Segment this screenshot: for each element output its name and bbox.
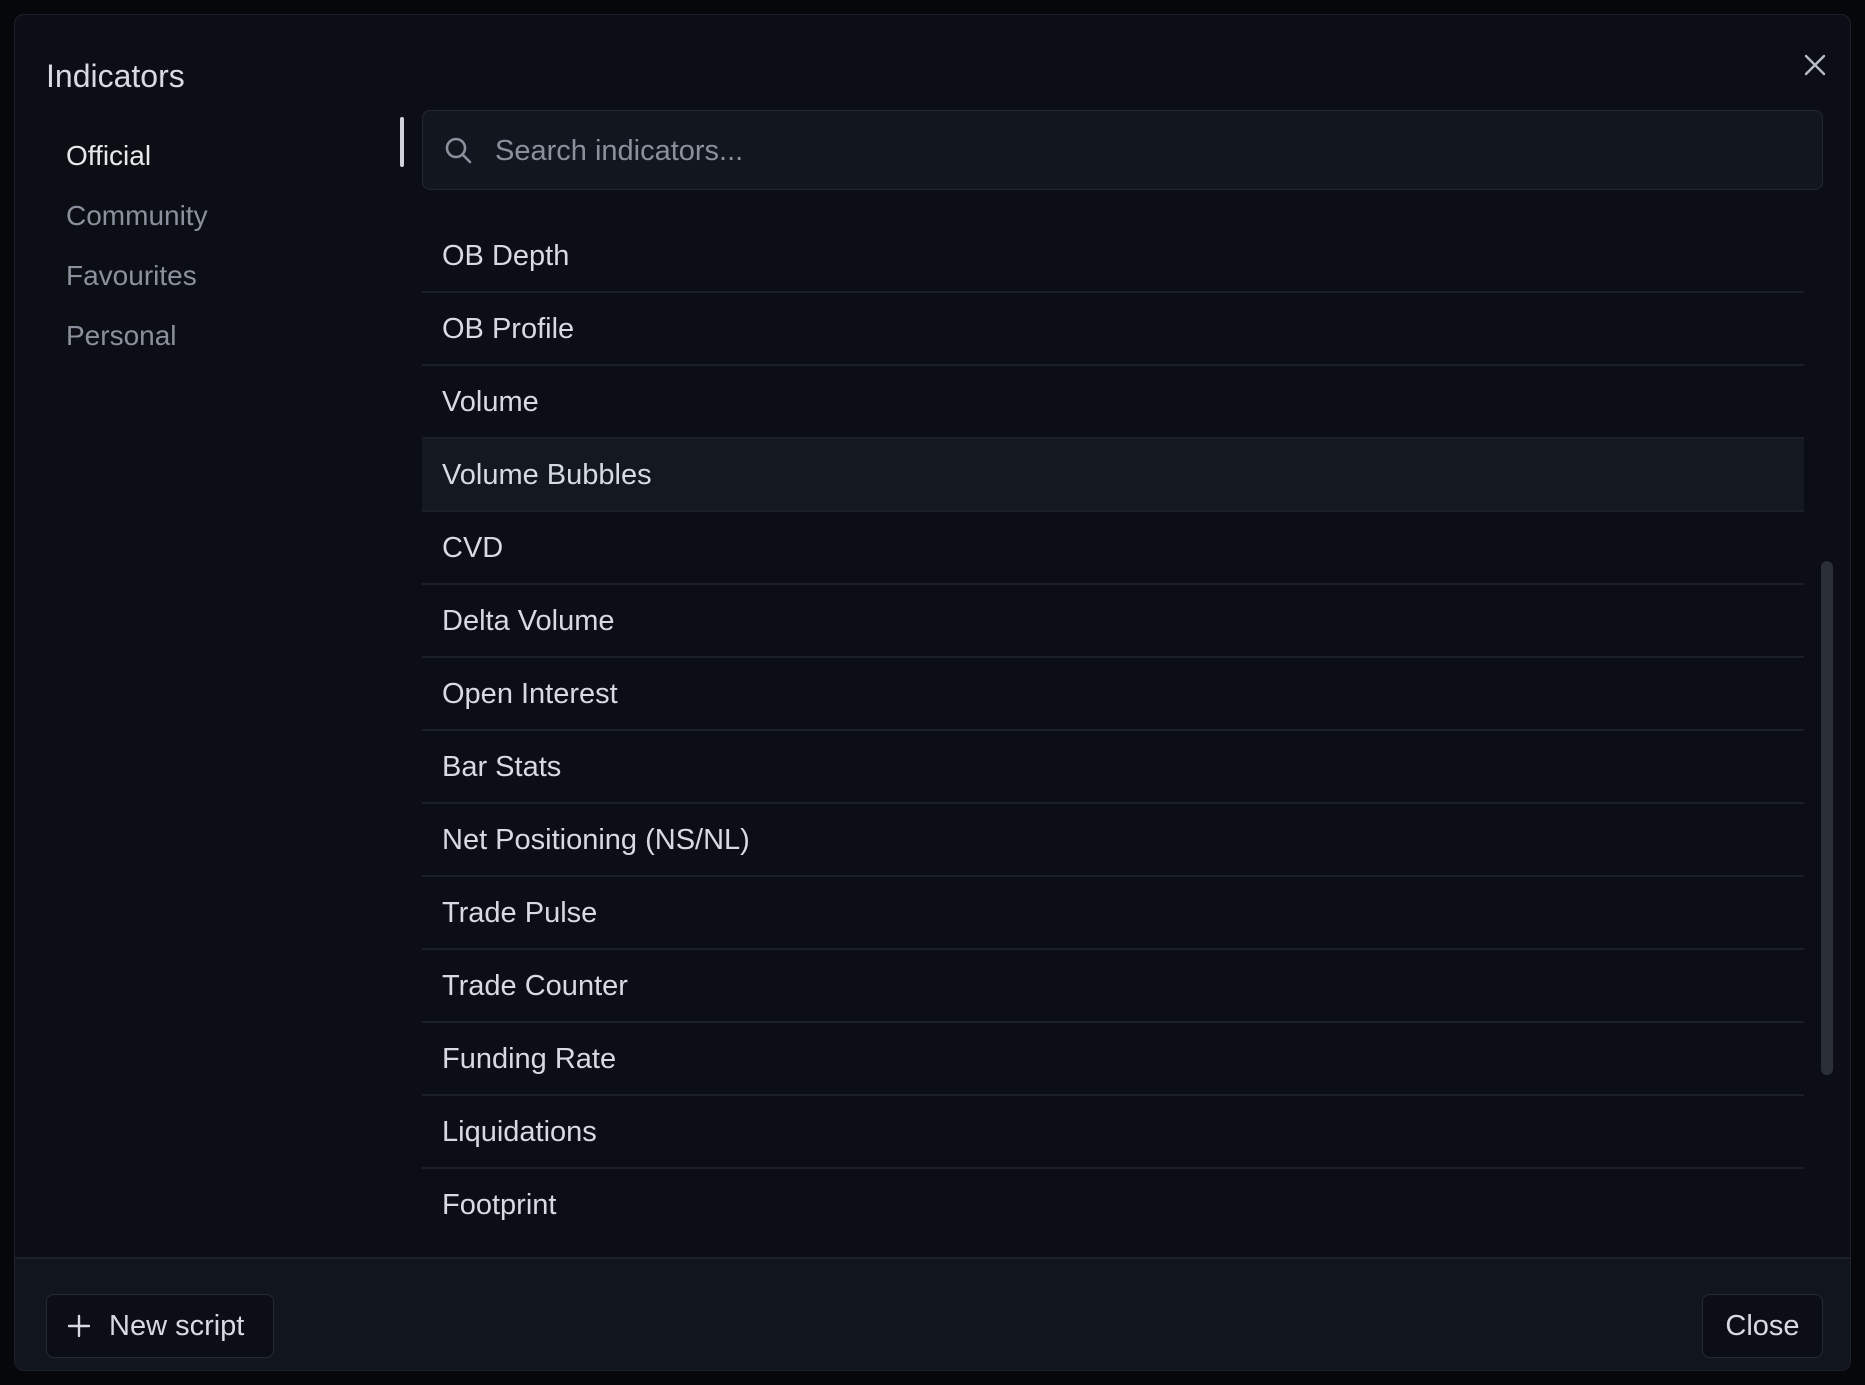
- new-script-button[interactable]: New script: [46, 1294, 274, 1358]
- list-item[interactable]: OB Depth: [422, 220, 1804, 293]
- list-item[interactable]: CVD: [422, 512, 1804, 585]
- list-item[interactable]: Bar Stats: [422, 731, 1804, 804]
- list-item[interactable]: Volume: [422, 366, 1804, 439]
- list-item[interactable]: Delta Volume: [422, 585, 1804, 658]
- list-item[interactable]: Open Interest: [422, 658, 1804, 731]
- list-item[interactable]: Liquidations: [422, 1096, 1804, 1169]
- indicator-list: OB Depth OB Profile Volume Volume Bubble…: [422, 220, 1804, 1240]
- sidebar-item-community[interactable]: Community: [66, 191, 208, 241]
- list-item[interactable]: OB Profile: [422, 293, 1804, 366]
- list-item[interactable]: Footprint: [422, 1169, 1804, 1240]
- search-box[interactable]: [422, 110, 1823, 191]
- close-icon: [1804, 54, 1826, 76]
- list-item[interactable]: Funding Rate: [422, 1023, 1804, 1096]
- plus-icon: [67, 1314, 91, 1338]
- list-scrollbar[interactable]: [1821, 561, 1833, 1075]
- close-dialog-button[interactable]: [1795, 45, 1835, 85]
- indicators-dialog: Indicators Official Community Favourites…: [14, 14, 1851, 1371]
- dialog-title: Indicators: [46, 58, 185, 94]
- sidebar-item-personal[interactable]: Personal: [66, 311, 177, 361]
- search-input[interactable]: [493, 111, 1797, 191]
- list-item[interactable]: Net Positioning (NS/NL): [422, 804, 1804, 877]
- dialog-footer: New script Close: [15, 1257, 1850, 1370]
- sidebar-active-indicator: [400, 117, 404, 167]
- sidebar-item-official[interactable]: Official: [66, 131, 151, 181]
- close-button[interactable]: Close: [1702, 1294, 1823, 1358]
- list-item[interactable]: Volume Bubbles: [422, 439, 1804, 512]
- list-item[interactable]: Trade Pulse: [422, 877, 1804, 950]
- sidebar-item-favourites[interactable]: Favourites: [66, 251, 197, 301]
- list-item[interactable]: Trade Counter: [422, 950, 1804, 1023]
- search-icon: [445, 137, 472, 164]
- new-script-label: New script: [109, 1310, 245, 1342]
